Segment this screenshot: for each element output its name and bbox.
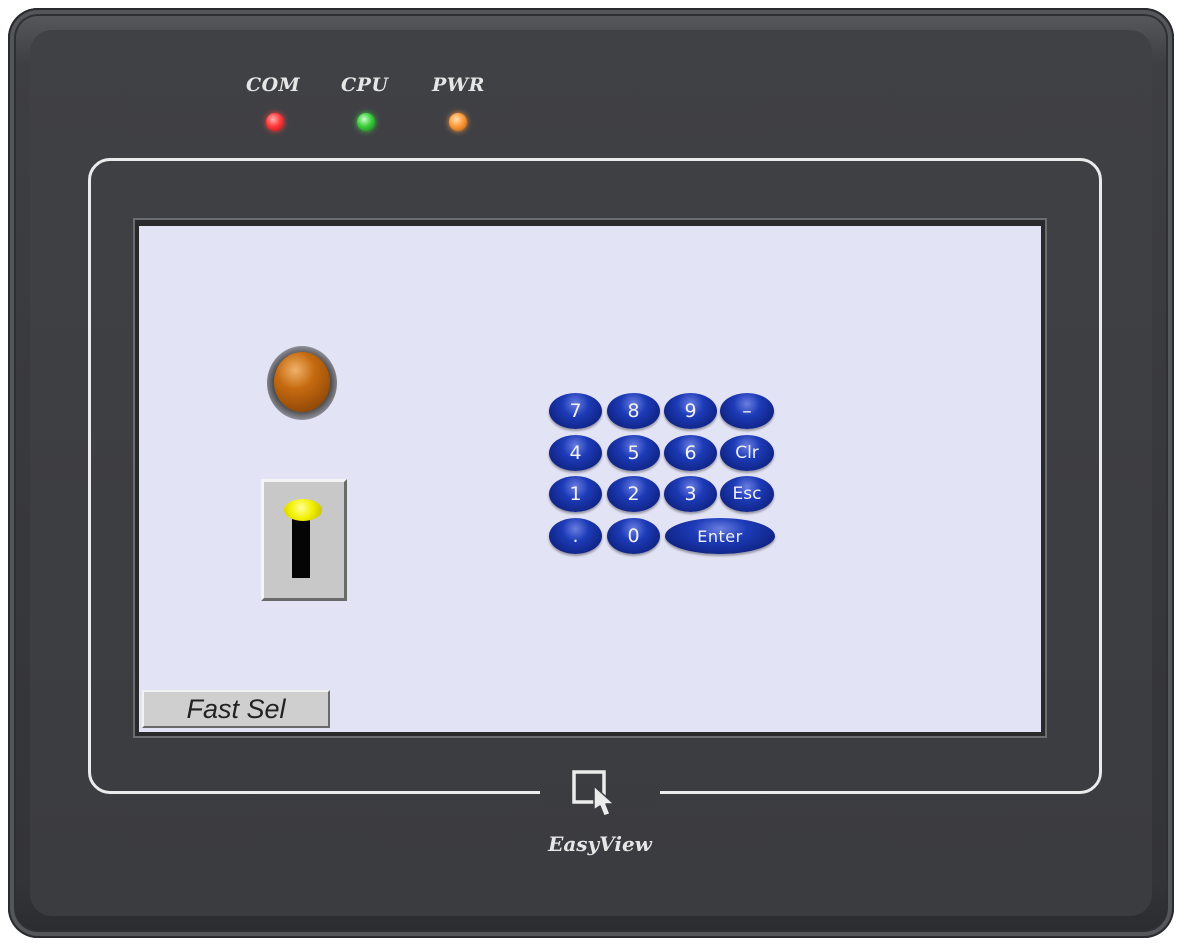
- key-2[interactable]: 2: [607, 476, 660, 512]
- key-decimal[interactable]: .: [549, 518, 602, 554]
- key-0[interactable]: 0: [607, 518, 660, 554]
- key-1[interactable]: 1: [549, 476, 602, 512]
- led-label-com: COM: [246, 74, 301, 96]
- toggle-switch-knob-icon: [284, 499, 322, 521]
- pwr-led-icon: [449, 113, 467, 131]
- cpu-led-icon: [357, 113, 375, 131]
- key-6[interactable]: 6: [664, 435, 717, 471]
- fast-sel-button[interactable]: Fast Sel: [142, 690, 330, 728]
- brand-logo-text: EasyView: [548, 832, 652, 856]
- key-4[interactable]: 4: [549, 435, 602, 471]
- lamp-icon: [274, 352, 330, 412]
- key-clear[interactable]: Clr: [720, 435, 774, 471]
- key-5[interactable]: 5: [607, 435, 660, 471]
- led-label-cpu: CPU: [341, 74, 389, 96]
- key-7[interactable]: 7: [549, 393, 602, 429]
- key-minus[interactable]: –: [720, 393, 774, 429]
- key-enter[interactable]: Enter: [665, 518, 775, 554]
- key-escape[interactable]: Esc: [720, 476, 774, 512]
- easyview-touch-logo-icon: [572, 770, 615, 817]
- key-9[interactable]: 9: [664, 393, 717, 429]
- led-label-pwr: PWR: [432, 74, 485, 96]
- com-led-icon: [266, 113, 284, 131]
- key-8[interactable]: 8: [607, 393, 660, 429]
- key-3[interactable]: 3: [664, 476, 717, 512]
- toggle-switch-lever: [292, 512, 310, 578]
